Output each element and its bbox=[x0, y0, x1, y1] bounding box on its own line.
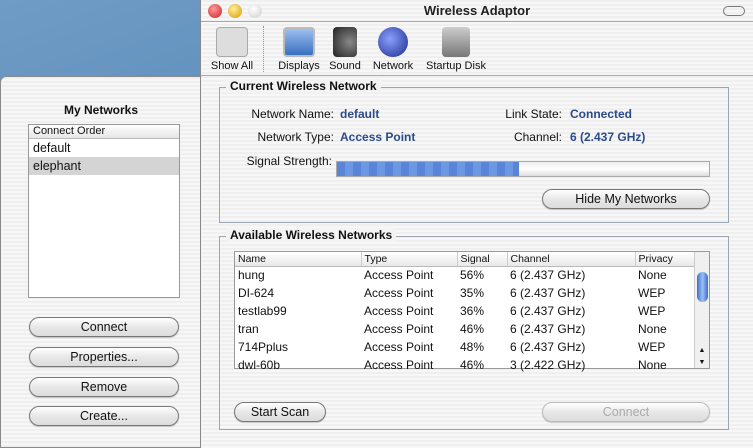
signal-strength-label: Signal Strength: bbox=[246, 154, 332, 168]
toolbar-toggle-button[interactable] bbox=[723, 6, 745, 16]
close-button[interactable] bbox=[208, 4, 222, 18]
network-name-value: default bbox=[340, 107, 380, 121]
minimize-button[interactable] bbox=[228, 4, 242, 18]
hide-my-networks-button[interactable]: Hide My Networks bbox=[542, 189, 710, 209]
signal-strength-bar bbox=[336, 161, 710, 177]
cell-channel: 3 (2.422 GHz) bbox=[510, 358, 586, 372]
cell-privacy: None bbox=[638, 322, 667, 336]
network-type-label: Network Type: bbox=[257, 130, 334, 144]
cell-type: Access Point bbox=[364, 268, 434, 283]
toolbar: Show All Displays Sound Network Startup … bbox=[201, 22, 753, 76]
column-header-type[interactable]: Type bbox=[361, 252, 458, 267]
startup-disk-button[interactable]: Startup Disk bbox=[423, 27, 489, 72]
toolbar-separator bbox=[263, 26, 264, 72]
cell-type: Access Point bbox=[364, 286, 434, 300]
sound-button[interactable]: Sound bbox=[325, 27, 365, 72]
list-item[interactable]: elephant bbox=[29, 157, 179, 175]
displays-icon bbox=[283, 27, 315, 57]
network-icon bbox=[378, 27, 408, 57]
window-title: Wireless Adaptor bbox=[423, 3, 531, 18]
network-button[interactable]: Network bbox=[369, 27, 417, 72]
cell-signal: 35% bbox=[460, 286, 485, 300]
show-all-button[interactable]: Show All bbox=[210, 27, 254, 72]
connect-button[interactable]: Connect bbox=[29, 317, 179, 337]
cell-type: Access Point bbox=[364, 358, 434, 372]
table-row[interactable]: hung Access Point 56% 6 (2.437 GHz) None bbox=[235, 266, 695, 284]
cell-name: dwl-60b bbox=[238, 358, 281, 372]
signal-strength-fill bbox=[337, 162, 520, 176]
cell-name: testlab99 bbox=[238, 304, 287, 318]
column-header-signal[interactable]: Signal bbox=[457, 252, 508, 267]
current-network-legend: Current Wireless Network bbox=[226, 79, 381, 93]
cell-channel: 6 (2.437 GHz) bbox=[510, 286, 586, 300]
network-name-label: Network Name: bbox=[251, 107, 334, 121]
cell-privacy: None bbox=[638, 358, 667, 372]
startup-disk-icon bbox=[442, 27, 470, 57]
start-scan-button[interactable]: Start Scan bbox=[234, 402, 326, 422]
cell-privacy: WEP bbox=[638, 304, 666, 318]
zoom-button[interactable] bbox=[248, 4, 262, 18]
scroll-up-icon[interactable]: ▲ bbox=[695, 347, 709, 354]
my-networks-title: My Networks bbox=[63, 103, 139, 117]
cell-name: hung bbox=[238, 268, 265, 283]
column-header-channel[interactable]: Channel bbox=[507, 252, 636, 267]
table-row[interactable]: 714Pplus Access Point 48% 6 (2.437 GHz) WEP bbox=[235, 338, 695, 356]
link-state-label: Link State: bbox=[505, 107, 562, 121]
cell-signal: 56% bbox=[460, 268, 485, 283]
cell-type: Access Point bbox=[364, 322, 434, 336]
cell-type: Access Point bbox=[364, 304, 434, 318]
sound-icon bbox=[333, 27, 357, 57]
title-bar[interactable]: Wireless Adaptor bbox=[201, 0, 753, 22]
table-row[interactable]: dwl-60b Access Point 46% 3 (2.422 GHz) None bbox=[235, 356, 695, 374]
cell-name: DI-624 bbox=[238, 286, 275, 300]
column-header-privacy[interactable]: Privacy bbox=[635, 252, 695, 267]
properties-button[interactable]: Properties... bbox=[29, 347, 179, 367]
cell-signal: 36% bbox=[460, 304, 485, 318]
connect-order-header[interactable]: Connect Order bbox=[29, 125, 179, 139]
table-row[interactable]: testlab99 Access Point 36% 6 (2.437 GHz) WEP bbox=[235, 302, 695, 320]
available-networks-group: Available Wireless Networks Name Type Si… bbox=[219, 228, 729, 430]
link-state-value: Connected bbox=[570, 107, 633, 121]
show-all-icon bbox=[216, 27, 248, 57]
create-button[interactable]: Create... bbox=[29, 406, 179, 426]
channel-label: Channel: bbox=[513, 130, 562, 144]
cell-channel: 6 (2.437 GHz) bbox=[510, 304, 586, 318]
remove-button[interactable]: Remove bbox=[29, 377, 179, 397]
scrollbar-thumb[interactable] bbox=[697, 272, 708, 302]
table-row[interactable]: DI-624 Access Point 35% 6 (2.437 GHz) WEP bbox=[235, 284, 695, 302]
my-networks-drawer: My Networks Connect Order default elepha… bbox=[0, 76, 202, 448]
cell-name: 714Pplus bbox=[238, 340, 289, 354]
cell-signal: 46% bbox=[460, 322, 485, 336]
scroll-down-icon[interactable]: ▼ bbox=[695, 359, 709, 366]
cell-channel: 6 (2.437 GHz) bbox=[510, 340, 586, 354]
column-header-name[interactable]: Name bbox=[235, 252, 362, 267]
available-networks-legend: Available Wireless Networks bbox=[226, 228, 397, 242]
my-networks-list[interactable]: Connect Order default elephant bbox=[28, 124, 180, 298]
scrollbar[interactable]: ▲ ▼ bbox=[694, 252, 709, 368]
connect-network-button[interactable]: Connect bbox=[542, 402, 710, 422]
cell-privacy: None bbox=[638, 268, 667, 283]
cell-type: Access Point bbox=[364, 340, 434, 354]
list-item[interactable]: default bbox=[29, 139, 179, 157]
cell-channel: 6 (2.437 GHz) bbox=[510, 268, 586, 283]
cell-privacy: WEP bbox=[638, 340, 666, 354]
displays-button[interactable]: Displays bbox=[275, 27, 323, 72]
network-type-value: Access Point bbox=[340, 130, 416, 144]
available-networks-table[interactable]: Name Type Signal Channel Privacy hung Acc… bbox=[234, 251, 710, 372]
table-row[interactable]: tran Access Point 46% 6 (2.437 GHz) None bbox=[235, 320, 695, 338]
channel-value: 6 (2.437 GHz) bbox=[570, 130, 646, 144]
cell-privacy: WEP bbox=[638, 286, 666, 300]
cell-signal: 46% bbox=[460, 358, 485, 372]
cell-signal: 48% bbox=[460, 340, 485, 354]
cell-channel: 6 (2.437 GHz) bbox=[510, 322, 586, 336]
cell-name: tran bbox=[238, 322, 259, 336]
current-network-group: Current Wireless Network Network Name: d… bbox=[219, 79, 729, 223]
wireless-adaptor-window: Wireless Adaptor Show All Displays Sound… bbox=[200, 0, 753, 448]
